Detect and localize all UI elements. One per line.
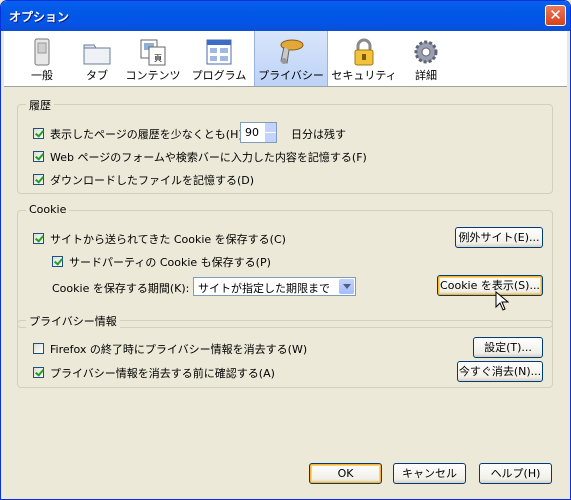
downloads-label[interactable]: ダウンロードしたファイルを記憶する(D)	[50, 172, 254, 188]
chevron-down-icon[interactable]	[339, 279, 354, 294]
tab-programs-label: プログラム	[191, 69, 247, 82]
tab-privacy[interactable]: プライバシー	[254, 31, 328, 86]
dialog-body: 一般 タブ 頁 コンテンツ プログラム プライバシー セキュリティ 詳細 履歴 …	[4, 31, 567, 498]
content-icon: 頁	[140, 39, 166, 66]
general-icon	[34, 38, 50, 66]
spin-down-icon[interactable]	[265, 133, 276, 142]
private-data-group-title: プライバシー情報	[26, 313, 120, 329]
programs-icon	[206, 39, 232, 65]
privacy-icon	[280, 39, 304, 64]
category-toolbar: 一般 タブ 頁 コンテンツ プログラム プライバシー セキュリティ 詳細	[4, 31, 567, 87]
help-button[interactable]: ヘルプ(H)	[479, 463, 552, 484]
form-history-checkbox[interactable]	[33, 151, 44, 162]
close-icon: ✕	[549, 6, 562, 24]
close-button[interactable]: ✕	[545, 5, 566, 26]
options-window: オプション ✕ 一般 タブ 頁 コンテンツ プログラム プライバシー セキュリテ…	[0, 0, 571, 500]
keep-until-label: Cookie を保存する期間(K):	[52, 282, 190, 295]
clear-on-close-checkbox[interactable]	[33, 343, 44, 354]
settings-button[interactable]: 設定(T)...	[473, 337, 543, 358]
history-group-title: 履歴	[26, 97, 54, 113]
tab-content-label: コンテンツ	[125, 69, 181, 82]
keep-until-value: サイトが指定した期限まで	[198, 282, 330, 295]
clear-now-button[interactable]: 今すぐ消去(N)...	[457, 361, 543, 382]
tab-general-label: 一般	[31, 69, 53, 82]
form-history-label[interactable]: Web ページのフォームや検索バーに入力した内容を記憶する(F)	[50, 149, 367, 165]
ok-button[interactable]: OK	[309, 463, 382, 484]
show-cookies-button[interactable]: Cookie を表示(S)...	[437, 275, 543, 296]
tab-security[interactable]: セキュリティ	[328, 31, 400, 86]
history-days-stepper[interactable]: 90	[240, 122, 277, 143]
tab-tabs-label: タブ	[86, 69, 108, 82]
advanced-icon	[414, 40, 438, 64]
clear-on-close-label[interactable]: Firefox の終了時にプライバシー情報を消去する(W)	[50, 341, 307, 357]
tab-privacy-label: プライバシー	[258, 69, 324, 82]
history-group: 履歴 表示したページの履歴を少なくとも(H) 90 日分は残す Web ページの…	[17, 97, 553, 194]
ask-before-clear-label[interactable]: プライバシー情報を消去する前に確認する(A)	[50, 365, 275, 381]
ask-before-clear-checkbox[interactable]	[33, 367, 44, 378]
remember-pages-label[interactable]: 表示したページの履歴を少なくとも(H)	[50, 126, 243, 142]
remember-pages-checkbox[interactable]	[33, 128, 44, 139]
cookie-group: Cookie サイトから送られてきた Cookie を保存する(C) 例外サイト…	[17, 203, 553, 328]
tab-programs[interactable]: プログラム	[184, 31, 254, 86]
tab-advanced[interactable]: 詳細	[400, 31, 452, 86]
title-bar[interactable]: オプション ✕	[1, 1, 570, 31]
keep-until-select[interactable]: サイトが指定した期限まで	[193, 277, 356, 296]
third-party-checkbox[interactable]	[52, 256, 63, 267]
tab-content[interactable]: 頁 コンテンツ	[122, 31, 184, 86]
third-party-label[interactable]: サードパーティの Cookie も保存する(P)	[69, 254, 271, 270]
security-icon	[354, 38, 374, 66]
private-data-group: プライバシー情報 Firefox の終了時にプライバシー情報を消去する(W) 設…	[17, 313, 553, 388]
cancel-button[interactable]: キャンセル	[393, 463, 466, 484]
tab-tabs[interactable]: タブ	[72, 31, 122, 86]
history-days-value: 90	[245, 126, 259, 139]
accept-cookies-checkbox[interactable]	[33, 233, 44, 244]
tabs-icon	[83, 44, 111, 65]
tab-general[interactable]: 一般	[12, 31, 72, 86]
cookie-group-title: Cookie	[26, 203, 70, 216]
spin-up-icon[interactable]	[265, 123, 276, 133]
tab-security-label: セキュリティ	[331, 69, 397, 82]
mouse-pointer-icon	[495, 291, 509, 311]
exceptions-button[interactable]: 例外サイト(E)...	[455, 227, 543, 248]
accept-cookies-label[interactable]: サイトから送られてきた Cookie を保存する(C)	[50, 231, 286, 247]
history-days-suffix: 日分は残す	[291, 128, 346, 141]
window-title: オプション	[9, 10, 70, 24]
tab-advanced-label: 詳細	[415, 69, 437, 82]
downloads-checkbox[interactable]	[33, 174, 44, 185]
svg-text:頁: 頁	[154, 54, 162, 63]
